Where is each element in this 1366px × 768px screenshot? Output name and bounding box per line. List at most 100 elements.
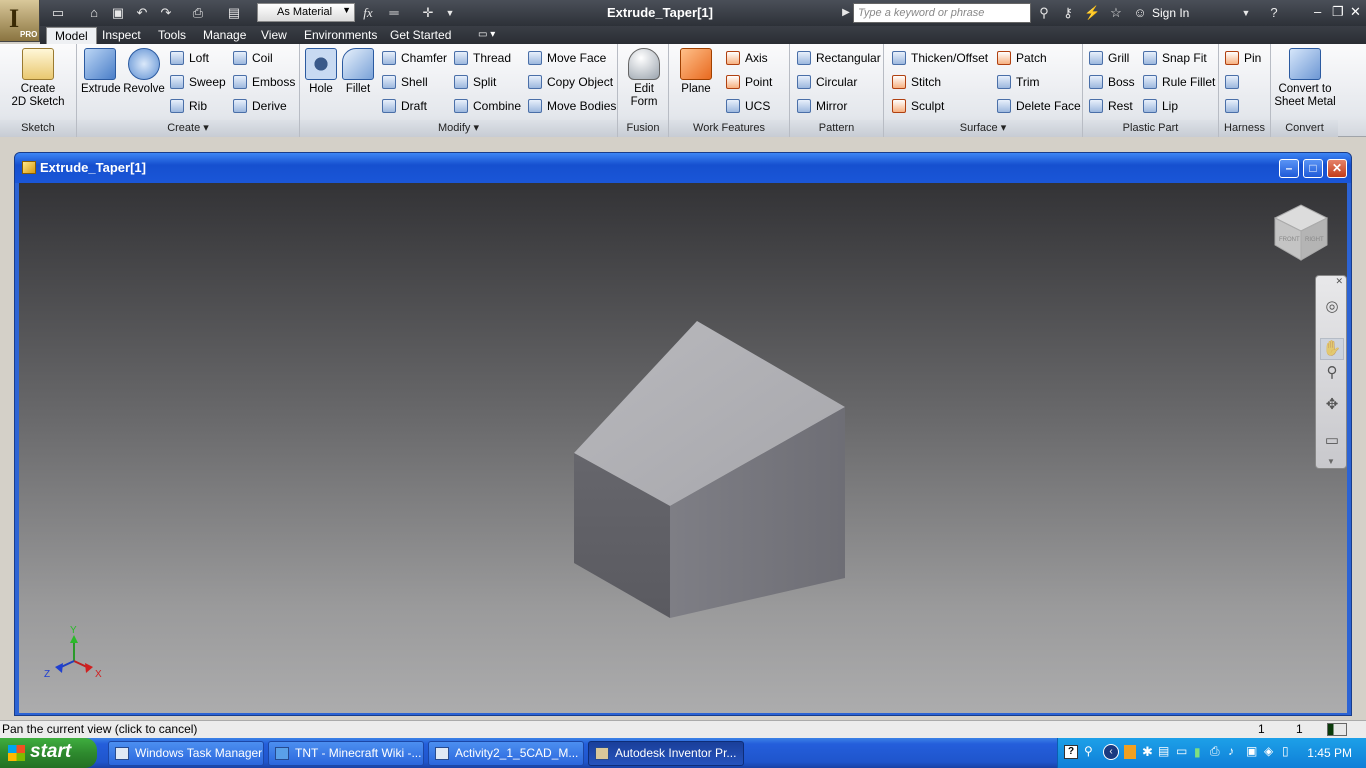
satellite-icon[interactable]: ⚡ xyxy=(1084,5,1100,21)
plane-button[interactable]: Plane xyxy=(675,48,717,96)
document-title-bar[interactable]: Extrude_Taper[1] – □ ✕ xyxy=(15,153,1351,183)
printer-icon[interactable]: ⎙ xyxy=(1210,744,1220,759)
tab-model[interactable]: Model xyxy=(46,27,97,44)
emboss-button[interactable]: Emboss xyxy=(233,72,295,92)
sign-in-link[interactable]: Sign In xyxy=(1152,6,1189,20)
derive-button[interactable]: Derive xyxy=(233,96,287,116)
print-icon[interactable]: ⎙ xyxy=(190,5,206,21)
minimize-button[interactable]: – xyxy=(1279,159,1299,178)
extrude-button[interactable]: Extrude xyxy=(81,48,121,96)
tray-app-icon[interactable] xyxy=(1124,745,1136,759)
help-icon[interactable]: ? xyxy=(1064,745,1078,759)
point-button[interactable]: Point xyxy=(726,72,772,92)
monitor-icon[interactable]: ▣ xyxy=(1246,744,1257,758)
tab-manage[interactable]: Manage xyxy=(195,27,254,44)
panel-title-modify[interactable]: Modify ▾ xyxy=(300,120,617,137)
lip-button[interactable]: Lip xyxy=(1143,96,1178,116)
pin-button[interactable]: Pin xyxy=(1225,48,1261,68)
network-icon[interactable]: ▤ xyxy=(1158,744,1169,758)
tab-inspect[interactable]: Inspect xyxy=(94,27,149,44)
split-button[interactable]: Split xyxy=(454,72,496,92)
chamfer-button[interactable]: Chamfer xyxy=(382,48,447,68)
orbit-icon[interactable]: ✥ xyxy=(1320,394,1344,416)
undo-icon[interactable]: ↶ xyxy=(134,5,150,21)
battery-icon[interactable]: ▯ xyxy=(1282,744,1289,758)
clock[interactable]: 1:45 PM xyxy=(1307,746,1352,760)
tab-view[interactable]: View xyxy=(253,27,295,44)
combine-button[interactable]: Combine xyxy=(454,96,521,116)
draft-button[interactable]: Draft xyxy=(382,96,427,116)
move-bodies-button[interactable]: Move Bodies xyxy=(528,96,616,116)
minimize-icon[interactable]: – xyxy=(1314,4,1321,19)
material-select[interactable]: As Material ▼ xyxy=(257,3,355,22)
chevron-down-icon[interactable]: ▼ xyxy=(1238,5,1254,21)
rectangular-pattern-button[interactable]: Rectangular xyxy=(797,48,881,68)
customize-icon[interactable]: ▼ xyxy=(1327,457,1335,466)
restore-icon[interactable]: ❐ xyxy=(1332,4,1344,20)
delete-face-button[interactable]: Delete Face xyxy=(997,96,1081,116)
tab-environments[interactable]: Environments xyxy=(296,27,385,44)
sweep-button[interactable]: Sweep xyxy=(170,72,226,92)
speaker-icon[interactable]: ♪ xyxy=(1228,744,1234,758)
patch-button[interactable]: Patch xyxy=(997,48,1047,68)
measure-icon[interactable]: ═ xyxy=(386,5,402,21)
convert-to-sheet-metal-button[interactable]: Convert to Sheet Metal xyxy=(1273,48,1337,109)
create-2d-sketch-button[interactable]: Create 2D Sketch xyxy=(6,48,70,109)
tab-get-started[interactable]: Get Started xyxy=(382,27,459,44)
hole-button[interactable]: Hole xyxy=(304,48,338,96)
shield-icon[interactable]: ◈ xyxy=(1264,744,1273,758)
copy-object-button[interactable]: Copy Object xyxy=(528,72,613,92)
grill-button[interactable]: Grill xyxy=(1089,48,1129,68)
close-icon[interactable]: ✕ xyxy=(1335,276,1343,287)
fx-icon[interactable]: fx xyxy=(360,5,376,21)
key-icon[interactable]: ⚷ xyxy=(1060,5,1076,21)
circular-pattern-button[interactable]: Circular xyxy=(797,72,857,92)
search-expand-icon[interactable]: ▶ xyxy=(838,5,854,21)
stitch-button[interactable]: Stitch xyxy=(892,72,941,92)
redo-icon[interactable]: ↷ xyxy=(158,5,174,21)
thicken-offset-button[interactable]: Thicken/Offset xyxy=(892,48,988,68)
trim-button[interactable]: Trim xyxy=(997,72,1040,92)
customize-icon[interactable]: ▼ xyxy=(442,5,458,21)
new-file-icon[interactable]: ▭ xyxy=(50,5,66,21)
close-button[interactable]: ✕ xyxy=(1327,159,1347,178)
look-at-icon[interactable]: ▭ xyxy=(1320,430,1344,452)
binoculars-icon[interactable]: ⚲ xyxy=(1036,5,1052,21)
taskbar-item-activity[interactable]: Activity2_1_5CAD_M... xyxy=(428,741,584,766)
panel-title-create[interactable]: Create ▾ xyxy=(77,120,299,137)
rib-button[interactable]: Rib xyxy=(170,96,207,116)
save-icon[interactable]: ▣ xyxy=(110,5,126,21)
loft-button[interactable]: Loft xyxy=(170,48,209,68)
star-icon[interactable]: ☆ xyxy=(1108,5,1124,21)
axis-button[interactable]: Axis xyxy=(726,48,768,68)
fillet-button[interactable]: Fillet xyxy=(341,48,375,96)
signal-icon[interactable]: ▮ xyxy=(1194,745,1201,759)
taskbar-item-inventor[interactable]: Autodesk Inventor Pr... xyxy=(588,741,744,766)
boss-button[interactable]: Boss xyxy=(1089,72,1135,92)
thread-button[interactable]: Thread xyxy=(454,48,511,68)
zoom-icon[interactable]: ⚲ xyxy=(1320,362,1344,384)
sculpt-button[interactable]: Sculpt xyxy=(892,96,944,116)
revolve-button[interactable]: Revolve xyxy=(121,48,167,96)
rule-fillet-button[interactable]: Rule Fillet xyxy=(1143,72,1215,92)
coil-button[interactable]: Coil xyxy=(233,48,273,68)
snap-fit-button[interactable]: Snap Fit xyxy=(1143,48,1207,68)
ribbon-options-icon[interactable]: ▭ ▾ xyxy=(470,27,503,44)
harness-tool-3-button[interactable] xyxy=(1225,96,1244,116)
edit-form-button[interactable]: Edit Form xyxy=(624,48,664,109)
steering-wheel-icon[interactable]: ◎ xyxy=(1320,296,1344,318)
rest-button[interactable]: Rest xyxy=(1089,96,1133,116)
harness-tool-2-button[interactable] xyxy=(1225,72,1244,92)
taskbar-item-browser[interactable]: TNT - Minecraft Wiki -... xyxy=(268,741,424,766)
search-input[interactable]: Type a keyword or phrase xyxy=(853,3,1031,23)
application-menu-button[interactable]: I PRO xyxy=(0,0,40,42)
bluetooth-icon[interactable]: ✱ xyxy=(1142,744,1153,760)
taskbar-item-task-manager[interactable]: Windows Task Manager xyxy=(108,741,264,766)
move-face-button[interactable]: Move Face xyxy=(528,48,606,68)
open-icon[interactable]: ⌂ xyxy=(86,5,102,21)
graphics-viewport[interactable]: Y X Z FRONT RIGHT ✕ ◎ ✋ ⚲ ✥ ▭ ▼ xyxy=(19,183,1347,713)
display-icon[interactable]: ▭ xyxy=(1176,744,1187,758)
panel-title-surface[interactable]: Surface ▾ xyxy=(884,120,1082,137)
tab-tools[interactable]: Tools xyxy=(150,27,194,44)
mouse-icon[interactable]: ⚲ xyxy=(1084,744,1093,758)
